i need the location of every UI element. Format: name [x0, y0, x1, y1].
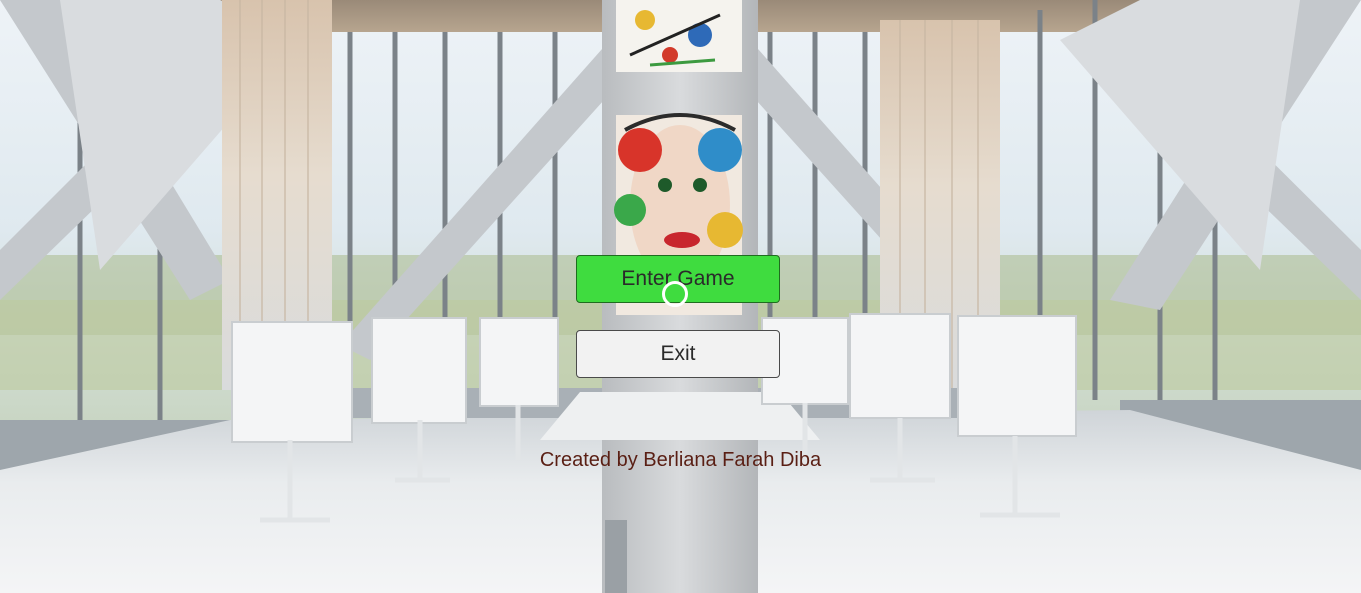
- credit-text: Created by Berliana Farah Diba: [539, 449, 822, 471]
- exit-button[interactable]: Exit: [576, 330, 780, 378]
- enter-game-button[interactable]: Enter Game: [576, 255, 780, 303]
- exit-label: Exit: [660, 342, 696, 365]
- enter-game-label: Enter Game: [621, 267, 735, 290]
- game-main-menu: Enter Game Exit Created by Berliana Fara…: [0, 0, 1361, 593]
